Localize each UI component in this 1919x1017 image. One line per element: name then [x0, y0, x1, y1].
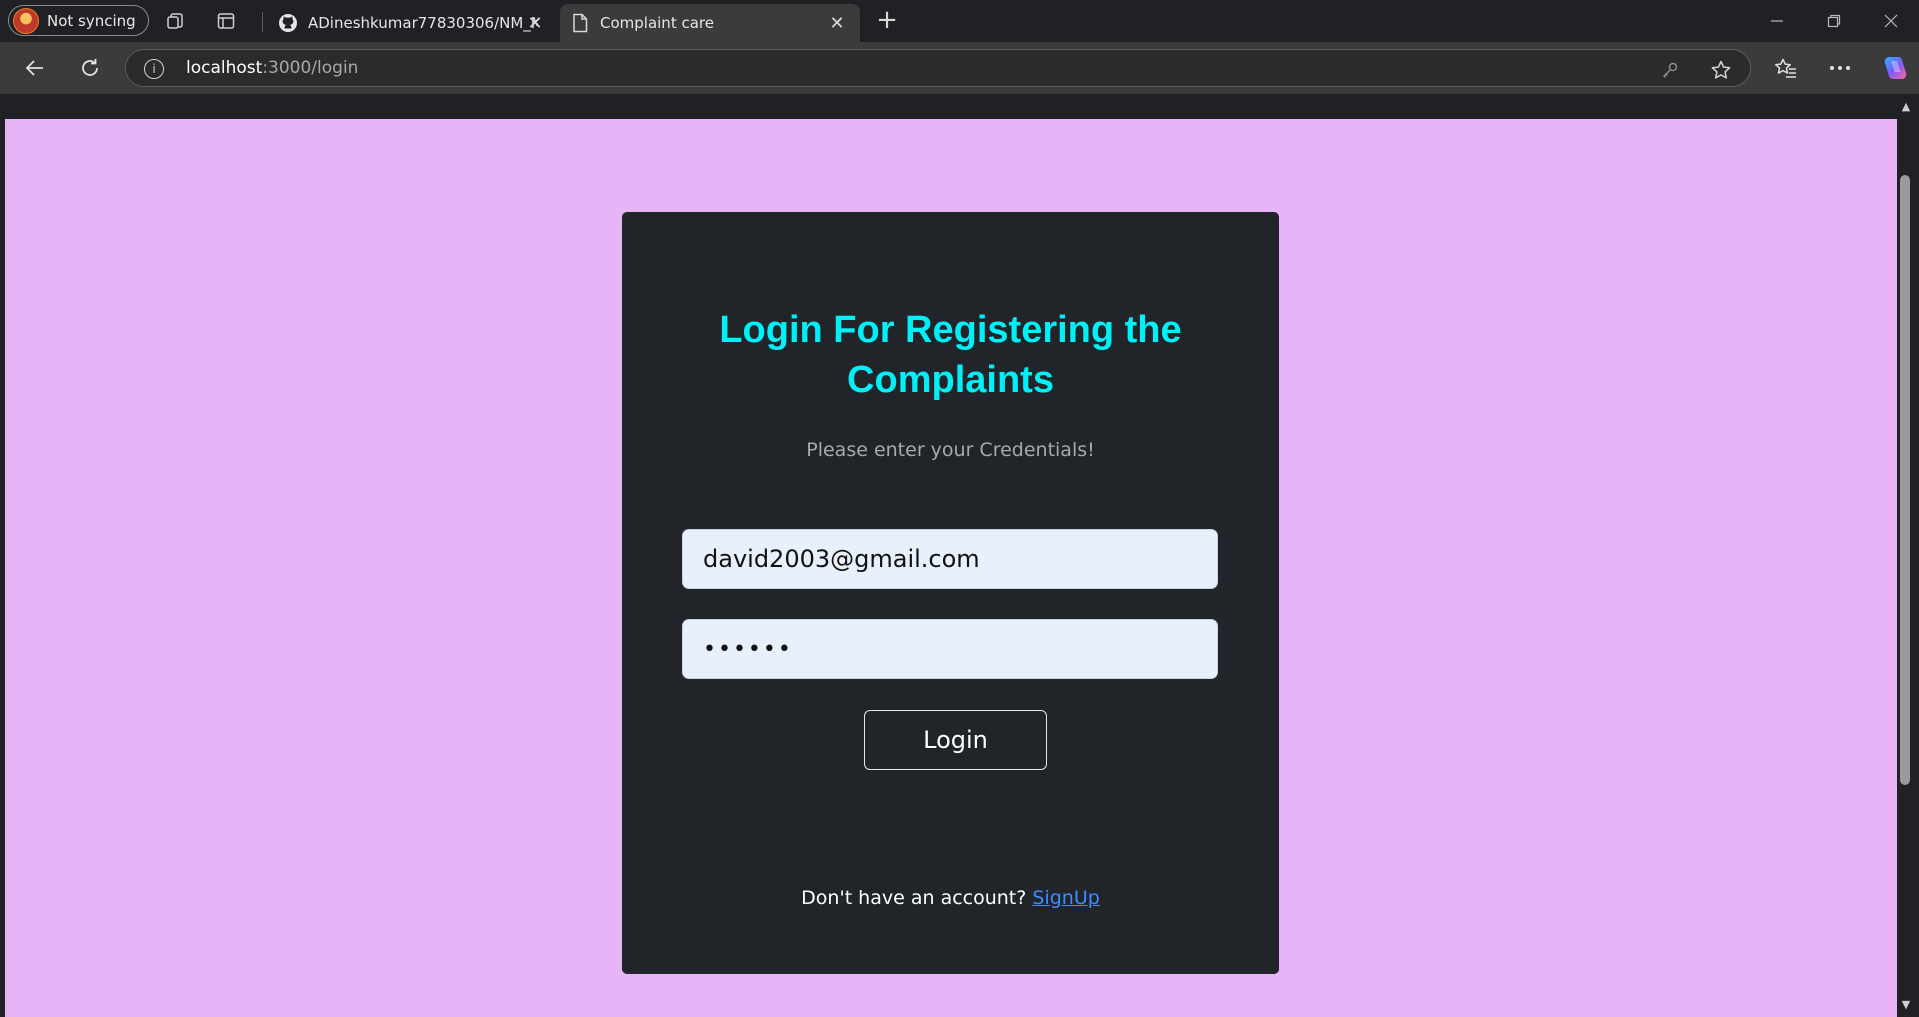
signup-prompt-text: Don't have an account?	[801, 887, 1027, 909]
url-text: localhost:3000/login	[186, 58, 358, 78]
favorite-star-icon[interactable]	[1710, 59, 1732, 81]
new-tab-button[interactable]: +	[874, 7, 900, 34]
page-subtitle: Please enter your Credentials!	[806, 439, 1095, 461]
browser-tab-bar: Not syncing ADineshkumar77830306/NM_Mer …	[0, 0, 1919, 42]
address-bar[interactable]: i localhost:3000/login	[125, 49, 1751, 87]
tab-github[interactable]: ADineshkumar77830306/NM_Mer ✕	[266, 4, 558, 42]
restore-icon[interactable]	[1821, 8, 1847, 34]
favorites-icon[interactable]	[1772, 54, 1800, 82]
more-options-icon[interactable]	[1826, 54, 1854, 82]
avatar	[13, 7, 39, 34]
profile-label: Not syncing	[47, 11, 136, 30]
login-button[interactable]: Login	[864, 710, 1047, 770]
signup-prompt-line: Don't have an account? SignUp	[622, 887, 1279, 909]
tab-title: ADineshkumar77830306/NM_Mer	[308, 14, 538, 32]
back-arrow-icon[interactable]	[21, 54, 49, 82]
browser-toolbar: i localhost:3000/login	[0, 42, 1919, 94]
page-icon	[572, 13, 588, 33]
password-field[interactable]: ••••••	[682, 619, 1218, 679]
page-header-strip	[5, 95, 1897, 119]
tab-actions-icon[interactable]	[214, 9, 238, 33]
site-info-icon[interactable]: i	[144, 59, 164, 79]
key-icon[interactable]	[1659, 59, 1681, 81]
login-card: Login For Registering the Complaints Ple…	[622, 212, 1279, 974]
signup-link[interactable]: SignUp	[1032, 887, 1099, 909]
page-viewport: Login For Registering the Complaints Ple…	[5, 95, 1897, 1017]
scrollbar-thumb[interactable]	[1900, 175, 1910, 785]
scroll-up-arrow-icon[interactable]: ▲	[1899, 100, 1913, 114]
tab-separator	[262, 12, 263, 32]
refresh-icon[interactable]	[76, 54, 104, 82]
minimize-icon[interactable]	[1764, 8, 1790, 34]
copilot-icon[interactable]	[1880, 54, 1908, 82]
tab-close-icon[interactable]: ✕	[524, 12, 546, 34]
tab-title: Complaint care	[600, 14, 714, 32]
tab-close-icon[interactable]: ✕	[826, 12, 848, 34]
page-title: Login For Registering the Complaints	[719, 309, 1182, 401]
tab-complaint-care[interactable]: Complaint care ✕	[560, 4, 860, 42]
url-path: :3000/login	[262, 58, 359, 78]
close-window-icon[interactable]	[1878, 8, 1904, 34]
github-icon	[278, 13, 298, 33]
profile-button[interactable]: Not syncing	[8, 5, 149, 36]
workspaces-icon[interactable]	[164, 9, 188, 33]
url-host: localhost	[186, 58, 263, 78]
email-field[interactable]: david2003@gmail.com	[682, 529, 1218, 589]
scroll-down-arrow-icon[interactable]: ▼	[1899, 998, 1913, 1012]
